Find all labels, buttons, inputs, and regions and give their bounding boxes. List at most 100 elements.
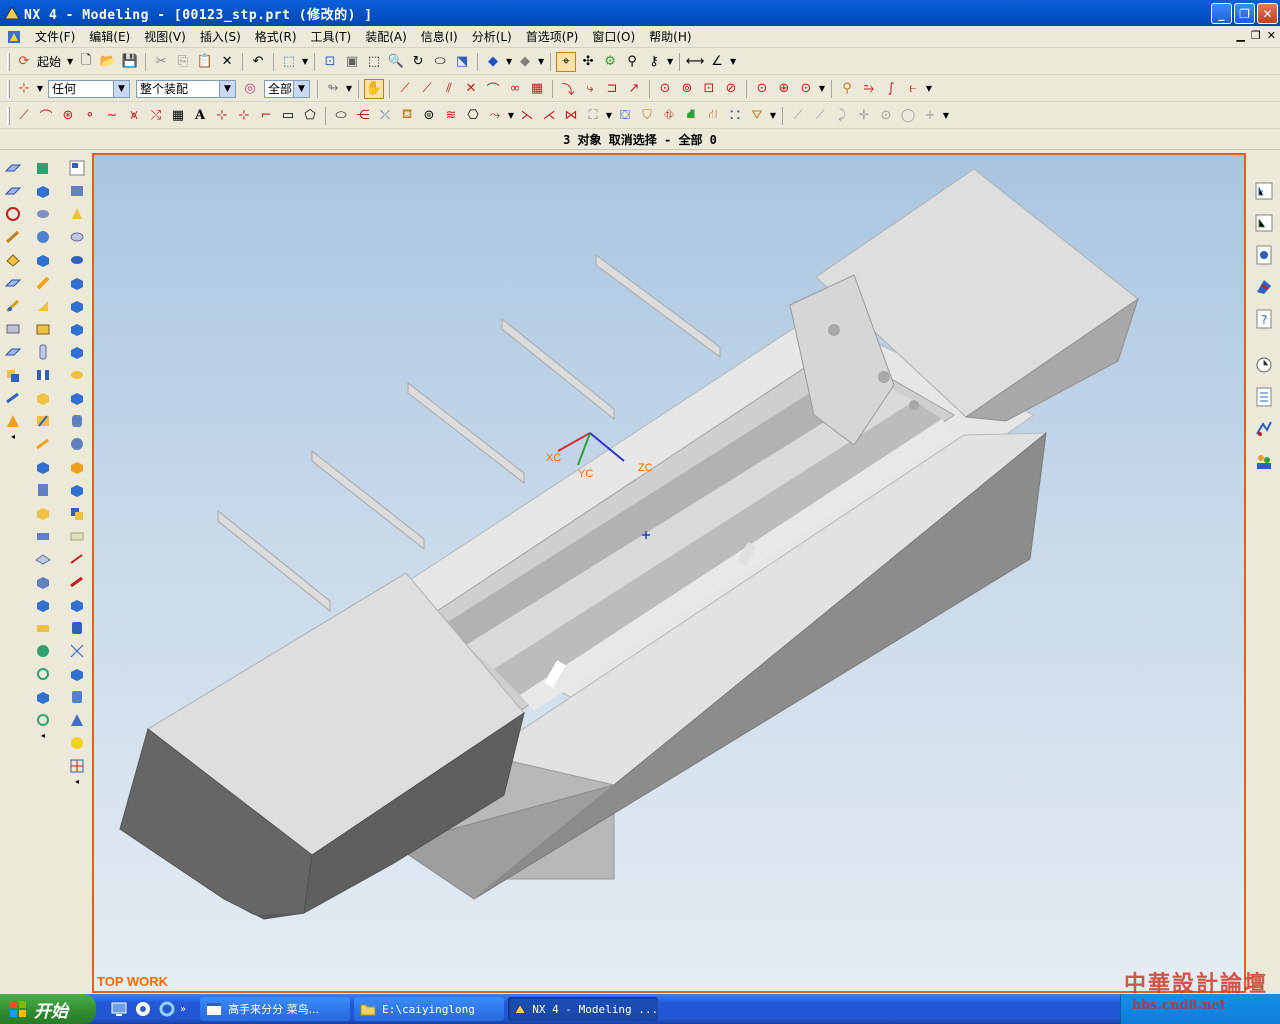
copy-icon[interactable]: ⎘ bbox=[173, 52, 193, 72]
box-feature-5-icon[interactable] bbox=[68, 389, 86, 407]
circle-snap-3-icon[interactable]: ⊡ bbox=[699, 79, 719, 99]
box-feature-7-icon[interactable] bbox=[68, 481, 86, 499]
mdi-minimize-button[interactable]: ▁ bbox=[1236, 29, 1244, 42]
sketch-curve-icon[interactable]: ⤸ bbox=[832, 106, 852, 126]
snap-icon[interactable]: ✣ bbox=[578, 52, 598, 72]
snap-arc-icon[interactable]: ⤵ bbox=[558, 79, 578, 99]
ellipse-icon[interactable]: ⬭ bbox=[331, 106, 351, 126]
split-curve-icon[interactable]: ⋈ bbox=[561, 106, 581, 126]
combine-icon[interactable]: ⛚ bbox=[725, 106, 745, 126]
sketch-circle2-icon[interactable]: ◯ bbox=[898, 106, 918, 126]
new-file-icon[interactable]: 🗋 bbox=[76, 52, 96, 72]
spline-icon[interactable]: ∼ bbox=[102, 106, 122, 126]
edit-curve-icon[interactable]: ⛶ bbox=[583, 106, 603, 126]
menu-help[interactable]: 帮助(H) bbox=[642, 28, 698, 45]
model-view[interactable]: XC YC ZC bbox=[94, 155, 1246, 993]
snap-existing-icon[interactable]: ▦ bbox=[527, 79, 547, 99]
menu-preferences[interactable]: 首选项(P) bbox=[519, 28, 586, 45]
sphere-icon[interactable] bbox=[34, 228, 52, 246]
wrap-curve-icon[interactable]: ⤳ bbox=[485, 106, 505, 126]
studio-spline-icon[interactable]: ⩙ bbox=[124, 106, 144, 126]
rib-icon[interactable] bbox=[34, 412, 52, 430]
extract-curve-icon[interactable]: ⎔ bbox=[463, 106, 483, 126]
system-materials-icon[interactable] bbox=[1254, 386, 1274, 408]
zoom-in-icon[interactable]: 🔍 bbox=[386, 52, 406, 72]
dropdown-icon[interactable]: ▼ bbox=[36, 79, 44, 99]
cylinder-feature-3-icon[interactable] bbox=[68, 688, 86, 706]
fillet-icon[interactable]: ⊹ bbox=[212, 106, 232, 126]
distance-icon[interactable]: ⟷ bbox=[685, 52, 705, 72]
scale-body-icon[interactable] bbox=[34, 527, 52, 545]
sweep-feature-icon[interactable] bbox=[68, 228, 86, 246]
open-file-icon[interactable]: 📂 bbox=[98, 52, 118, 72]
bounded-plane-icon[interactable] bbox=[34, 665, 52, 683]
roles-icon[interactable] bbox=[1254, 450, 1274, 472]
dropdown-icon[interactable]: ▼ bbox=[769, 106, 777, 126]
menu-view[interactable]: 视图(V) bbox=[137, 28, 193, 45]
curve-feature-icon[interactable] bbox=[68, 550, 86, 568]
block-icon[interactable] bbox=[34, 182, 52, 200]
line-icon[interactable]: ⟋ bbox=[14, 106, 34, 126]
disc-feature-icon[interactable] bbox=[68, 366, 86, 384]
start-button[interactable]: 开始 bbox=[0, 994, 96, 1024]
type-filter-select[interactable]: 任何 ▼ bbox=[48, 79, 130, 98]
start-dropdown-icon[interactable]: ▼ bbox=[66, 52, 74, 72]
zoom-window-icon[interactable]: ▣ bbox=[342, 52, 362, 72]
web-browser-icon[interactable] bbox=[1254, 276, 1274, 298]
dropdown-icon[interactable]: ▼ bbox=[505, 52, 513, 72]
curve-length-icon[interactable]: ⛋ bbox=[615, 106, 635, 126]
box-feature-4-icon[interactable] bbox=[68, 343, 86, 361]
join-curve-icon[interactable]: ⛙ bbox=[703, 106, 723, 126]
dropdown-icon[interactable]: ▼ bbox=[605, 106, 613, 126]
point-feature-icon[interactable] bbox=[68, 734, 86, 752]
title-bar[interactable]: NX 4 - Modeling - [00123_stp.prt (修改的) ]… bbox=[0, 0, 1280, 26]
circle-snap-2-icon[interactable]: ⊚ bbox=[677, 79, 697, 99]
snap-midpoint-icon[interactable]: ⟋ bbox=[417, 79, 437, 99]
snap-center-icon[interactable]: ⌒ bbox=[483, 79, 503, 99]
edge-blend-icon[interactable] bbox=[34, 435, 52, 453]
layer-select[interactable]: 全部 ▼ bbox=[264, 79, 310, 98]
trim-body-icon[interactable] bbox=[34, 550, 52, 568]
offset-curve-icon[interactable]: ⋲ bbox=[353, 106, 373, 126]
arc-icon[interactable]: ⌒ bbox=[36, 106, 56, 126]
restore-button[interactable]: ❐ bbox=[1234, 3, 1255, 24]
dropdown-icon[interactable]: ▼ bbox=[925, 79, 933, 99]
extrude-icon[interactable] bbox=[4, 205, 22, 223]
revolve-icon[interactable] bbox=[4, 228, 22, 246]
dropdown-icon[interactable]: ▼ bbox=[666, 52, 674, 72]
snap-quadrant-icon[interactable]: ∞ bbox=[505, 79, 525, 99]
pattern-icon[interactable] bbox=[4, 320, 22, 338]
patch-icon[interactable] bbox=[34, 688, 52, 706]
intersect-curve-icon[interactable]: ⊜ bbox=[419, 106, 439, 126]
scale-icon[interactable]: ⛗ bbox=[659, 106, 679, 126]
replace-face-icon[interactable] bbox=[34, 711, 52, 729]
slot-icon[interactable] bbox=[34, 366, 52, 384]
paste-icon[interactable]: 📋 bbox=[195, 52, 215, 72]
menu-assembly[interactable]: 装配(A) bbox=[358, 28, 414, 45]
menu-tools[interactable]: 工具(T) bbox=[304, 28, 359, 45]
part-navigator-icon[interactable] bbox=[68, 159, 86, 177]
boss-icon[interactable] bbox=[34, 297, 52, 315]
menu-format[interactable]: 格式(R) bbox=[248, 28, 304, 45]
circle-snap-7-icon[interactable]: ⊙ bbox=[796, 79, 816, 99]
split-body-icon[interactable] bbox=[34, 573, 52, 591]
palette-expand-icon[interactable]: ◂ bbox=[11, 432, 15, 441]
pad-icon[interactable] bbox=[34, 343, 52, 361]
task-explorer-button[interactable]: E:\caiyinglong bbox=[354, 997, 505, 1021]
sketch-circle-icon[interactable]: ⊙ bbox=[876, 106, 896, 126]
shape-icon[interactable]: ⛛ bbox=[747, 106, 767, 126]
trim-icon[interactable]: ⋋ bbox=[517, 106, 537, 126]
sketch-diag-icon[interactable]: ⟋ bbox=[810, 106, 830, 126]
delete-icon[interactable]: ✕ bbox=[217, 52, 237, 72]
rotate-icon[interactable]: ↻ bbox=[408, 52, 428, 72]
helix-icon[interactable]: ⤭ bbox=[146, 106, 166, 126]
fit-view-icon[interactable]: ⊡ bbox=[320, 52, 340, 72]
mirror-icon[interactable] bbox=[4, 343, 22, 361]
box-feature-1-icon[interactable] bbox=[68, 274, 86, 292]
datum-axis-icon[interactable] bbox=[4, 182, 22, 200]
save-icon[interactable]: 💾 bbox=[120, 52, 140, 72]
close-button[interactable]: ✕ bbox=[1257, 3, 1278, 24]
dropdown-icon[interactable]: ▼ bbox=[537, 52, 545, 72]
groove-icon[interactable] bbox=[34, 389, 52, 407]
sketch-point-icon[interactable]: + bbox=[920, 106, 940, 126]
